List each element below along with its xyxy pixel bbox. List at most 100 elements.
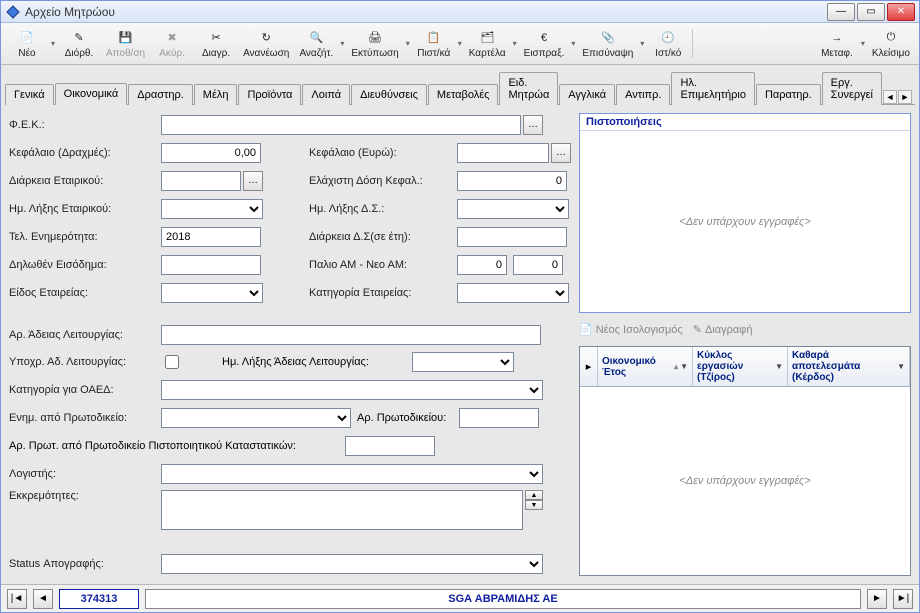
tab-Παρατηρ.[interactable]: Παρατηρ. (756, 84, 821, 105)
tab-Οικονομικά[interactable]: Οικονομικά (55, 83, 128, 105)
diarkeia-et-label: Διάρκεια Εταιρικού: (9, 175, 161, 187)
ekkrem-up-button[interactable]: ▲ (525, 490, 543, 500)
toolbar-Διαγρ.[interactable]: ✂Διαγρ. (194, 25, 238, 62)
tab-Δραστηρ.[interactable]: Δραστηρ. (128, 84, 193, 105)
new-balance-button[interactable]: 📄 Νέος Ισολογισμός (579, 323, 683, 336)
status-label: Status Απογραφής: (9, 558, 161, 570)
tab-Προϊόντα[interactable]: Προϊόντα (238, 84, 301, 105)
toolbar-dropdown[interactable]: ▾ (511, 25, 519, 62)
diarkeia-ds-input[interactable] (457, 227, 567, 247)
app-icon (5, 4, 21, 20)
status-select[interactable] (161, 554, 543, 574)
tab-Αγγλικά[interactable]: Αγγλικά (559, 84, 615, 105)
enim-proto-label: Ενημ. από Πρωτοδικείο: (9, 412, 161, 424)
logistis-select[interactable] (161, 464, 543, 484)
grid-col-turnover[interactable]: Κύκλος εργασιών (Τζίρος)▼ (693, 347, 788, 386)
tab-Εργ. Συνεργεί[interactable]: Εργ. Συνεργεί (822, 72, 882, 105)
grid-col-profit[interactable]: Καθαρά αποτελεσμάτα (Κέρδος)▼ (788, 347, 910, 386)
tab-Ειδ. Μητρώα[interactable]: Ειδ. Μητρώα (499, 72, 558, 105)
tab-scroll-right[interactable]: ► (898, 90, 912, 104)
tab-Μεταβολές[interactable]: Μεταβολές (428, 84, 499, 105)
toolbar-Καρτέλα[interactable]: 🗂Καρτέλα (464, 25, 511, 62)
toolbar-label: Ανανέωση (243, 48, 289, 59)
delete-balance-button[interactable]: ✎ Διαγραφή (693, 323, 753, 336)
toolbar-Επισύναψη[interactable]: 📎Επισύναψη (577, 25, 638, 62)
am-new-input[interactable] (513, 255, 563, 275)
toolbar-Κλείσιμο[interactable]: ⏻Κλείσιμο (867, 25, 915, 62)
toolbar-Ιστ/κό[interactable]: 🕘Ιστ/κό (646, 25, 690, 62)
elax-dosi-input[interactable] (457, 171, 567, 191)
toolbar-dropdown[interactable]: ▾ (638, 25, 646, 62)
tab-Διευθύνσεις[interactable]: Διευθύνσεις (351, 84, 427, 105)
toolbar-Πιστ/κά[interactable]: 📋Πιστ/κά (412, 25, 456, 62)
liksi-ds-select[interactable] (457, 199, 569, 219)
enim-proto-select[interactable] (161, 408, 351, 428)
tab-strip: ΓενικάΟικονομικάΔραστηρ.ΜέληΠροϊόνταΛοιπ… (1, 65, 919, 104)
grid-col-year[interactable]: Οικονομικό Έτος ▴ ▼ (598, 347, 693, 386)
nav-prev-button[interactable]: ◄ (33, 589, 53, 609)
maximize-button[interactable]: ▭ (857, 3, 885, 21)
tab-Λοιπά[interactable]: Λοιπά (302, 84, 350, 105)
nav-next-button[interactable]: ► (867, 589, 887, 609)
kefalaio-eu-lookup-button[interactable]: … (551, 143, 571, 163)
fek-lookup-button[interactable]: … (523, 115, 543, 135)
minimize-button[interactable]: — (827, 3, 855, 21)
toolbar-Νέο[interactable]: 📄Νέο (5, 25, 49, 62)
toolbar-Αναζήτ.[interactable]: 🔍Αναζήτ. (294, 25, 338, 62)
toolbar-dropdown[interactable]: ▾ (456, 25, 464, 62)
ar-adeias-input[interactable] (161, 325, 541, 345)
nav-last-button[interactable]: ►| (893, 589, 913, 609)
logistis-label: Λογιστής: (9, 468, 161, 480)
toolbar-Εκτύπωση[interactable]: 🖨Εκτύπωση (346, 25, 403, 62)
chevron-down-icon: ▼ (897, 362, 905, 371)
fek-input[interactable] (161, 115, 521, 135)
ar-prot-katast-input[interactable] (345, 436, 435, 456)
elax-dosi-label: Ελάχιστη Δόση Κεφαλ.: (309, 175, 457, 187)
Πιστ/κά-icon: 📋 (425, 29, 443, 47)
diarkeia-et-input[interactable] (161, 171, 241, 191)
Αναζήτ.-icon: 🔍 (307, 29, 325, 47)
ar-proto-label: Αρ. Πρωτοδικείου: (357, 412, 459, 424)
katig-select[interactable] (457, 283, 569, 303)
toolbar-Ανανέωση[interactable]: ↻Ανανέωση (238, 25, 294, 62)
ar-proto-input[interactable] (459, 408, 539, 428)
toolbar-dropdown[interactable]: ▾ (569, 25, 577, 62)
ekkrem-down-button[interactable]: ▼ (525, 500, 543, 510)
toolbar-dropdown[interactable]: ▾ (859, 25, 867, 62)
kefalaio-eu-input[interactable] (457, 143, 549, 163)
toolbar-Εισπραξ.[interactable]: €Εισπραξ. (519, 25, 570, 62)
tab-scroll-left[interactable]: ◄ (883, 90, 897, 104)
toolbar-label: Επισύναψη (582, 48, 633, 59)
tab-Γενικά[interactable]: Γενικά (5, 84, 54, 105)
oaed-select[interactable] (161, 380, 543, 400)
Καρτέλα-icon: 🗂 (478, 29, 496, 47)
ypoxr-checkbox[interactable] (165, 355, 179, 369)
eisodima-input[interactable] (161, 255, 261, 275)
certifications-panel: Πιστοποιήσεις <Δεν υπάρχουν εγγραφές> (579, 113, 911, 313)
record-navigator: |◄ ◄ 374313 SGA ΑΒΡΑΜΙΔΗΣ ΑΕ ► ►| (1, 584, 919, 612)
toolbar-Μεταφ.[interactable]: →Μεταφ. (815, 25, 859, 62)
eidos-select[interactable] (161, 283, 263, 303)
toolbar-Διόρθ.[interactable]: ✎Διόρθ. (57, 25, 101, 62)
tab-Ηλ. Επιμελητήριο[interactable]: Ηλ. Επιμελητήριο (671, 72, 755, 105)
kefalaio-dr-input[interactable] (161, 143, 261, 163)
Αποθ/ση-icon: 💾 (117, 29, 135, 47)
tab-Μέλη[interactable]: Μέλη (194, 84, 238, 105)
Νέο-icon: 📄 (18, 29, 36, 47)
toolbar-dropdown[interactable]: ▾ (404, 25, 412, 62)
close-window-button[interactable]: ✕ (887, 3, 915, 21)
Διόρθ.-icon: ✎ (70, 29, 88, 47)
am-label: Παλιο ΑΜ - Νεο ΑΜ: (309, 259, 457, 271)
tel-enim-input[interactable] (161, 227, 261, 247)
tab-Αντιπρ.[interactable]: Αντιπρ. (616, 84, 670, 105)
grid-empty-text: <Δεν υπάρχουν εγγραφές> (580, 387, 910, 575)
ekkrem-textarea[interactable] (161, 490, 523, 530)
liksi-et-select[interactable] (161, 199, 263, 219)
toolbar-dropdown[interactable]: ▾ (49, 25, 57, 62)
nav-first-button[interactable]: |◄ (7, 589, 27, 609)
Ακύρ.-icon: ✖ (163, 29, 181, 47)
am-old-input[interactable] (457, 255, 507, 275)
toolbar-dropdown[interactable]: ▾ (338, 25, 346, 62)
liksi-adeias-select[interactable] (412, 352, 514, 372)
diarkeia-et-lookup-button[interactable]: … (243, 171, 263, 191)
